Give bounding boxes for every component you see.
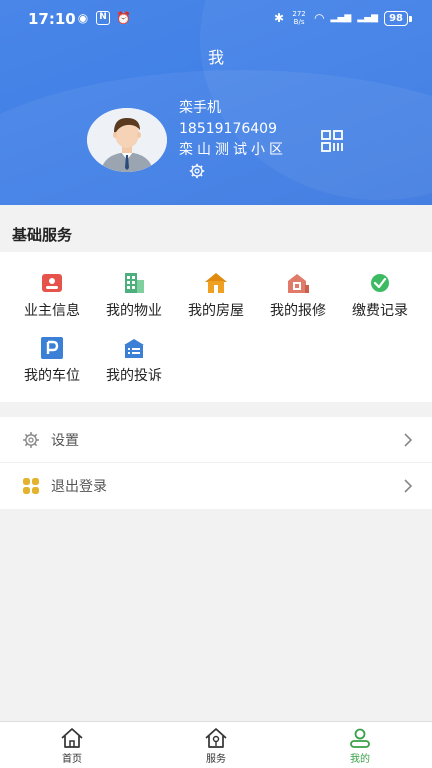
service-label: 我的车位 bbox=[24, 368, 80, 384]
settings-menu: 设置 退出登录 bbox=[0, 417, 432, 509]
bluetooth-icon: ✱ bbox=[274, 11, 285, 25]
user-name: 栾手机 bbox=[179, 100, 221, 116]
service-label: 我的报修 bbox=[270, 303, 326, 319]
service-label: 我的投诉 bbox=[106, 368, 162, 384]
parking-icon bbox=[41, 337, 63, 359]
avatar-person-icon bbox=[87, 108, 167, 172]
tab-label: 我的 bbox=[350, 754, 370, 765]
bottom-tab-bar: 首页 服务 我的 bbox=[0, 721, 432, 768]
service-label: 业主信息 bbox=[24, 303, 80, 319]
alarm-icon: ⏰ bbox=[116, 11, 131, 25]
tab-service[interactable]: 服务 bbox=[144, 722, 288, 768]
service-my-property[interactable]: 我的物业 bbox=[93, 272, 175, 320]
service-label: 缴费记录 bbox=[352, 303, 408, 319]
page-title: 我 bbox=[207, 48, 224, 67]
tab-label: 首页 bbox=[62, 754, 82, 765]
chevron-right-icon bbox=[404, 433, 413, 447]
profile-header: 17:10 ◉ N ⏰ ✱ 272 B/s ◠ ▂▄▆ ▂▄▆ 98 我 栾手机… bbox=[0, 0, 432, 205]
user-community: 栾山测试小区 bbox=[179, 142, 287, 158]
menu-item-logout[interactable]: 退出登录 bbox=[0, 463, 432, 509]
signal-5g-icon: ▂▄▆ bbox=[330, 13, 352, 23]
repair-icon bbox=[288, 274, 309, 293]
qr-code-icon[interactable] bbox=[320, 129, 344, 153]
section-title-basic-services: 基础服务 bbox=[12, 226, 73, 244]
gear-icon bbox=[23, 432, 39, 448]
tab-mine[interactable]: 我的 bbox=[288, 722, 432, 768]
eye-icon: ◉ bbox=[77, 11, 89, 25]
profile-settings-icon[interactable] bbox=[189, 163, 205, 179]
basic-services-grid: 业主信息 我的物业 我的房屋 我的报修 缴费记录 我的车位 我的投诉 bbox=[0, 252, 432, 402]
menu-label: 设置 bbox=[51, 433, 79, 449]
battery-indicator: 98 bbox=[384, 10, 412, 26]
status-time: 17:10 bbox=[28, 10, 76, 28]
status-bar: 17:10 ◉ N ⏰ ✱ 272 B/s ◠ ▂▄▆ ▂▄▆ 98 bbox=[0, 0, 432, 38]
nfc-icon: N bbox=[96, 11, 110, 25]
menu-item-settings[interactable]: 设置 bbox=[0, 417, 432, 463]
user-phone: 18519176409 bbox=[179, 121, 277, 137]
service-my-parking[interactable]: 我的车位 bbox=[11, 337, 93, 385]
profile-info: 栾手机 18519176409 栾山测试小区 bbox=[179, 98, 287, 161]
network-speed: 272 B/s bbox=[292, 10, 306, 26]
wifi-icon: ◠ bbox=[314, 11, 325, 25]
status-right-icons: ✱ 272 B/s ◠ ▂▄▆ ▂▄▆ 98 bbox=[274, 10, 412, 26]
service-owner-info[interactable]: 业主信息 bbox=[11, 272, 93, 320]
user-icon bbox=[350, 728, 370, 748]
service-icon bbox=[205, 728, 227, 748]
service-my-complaint[interactable]: 我的投诉 bbox=[93, 337, 175, 385]
menu-label: 退出登录 bbox=[51, 479, 107, 495]
chevron-right-icon bbox=[404, 479, 413, 493]
home-icon bbox=[61, 728, 83, 748]
service-label: 我的物业 bbox=[106, 303, 162, 319]
complaint-icon bbox=[124, 339, 144, 358]
logout-icon bbox=[23, 478, 39, 494]
signal-4g-icon: ▂▄▆ bbox=[357, 13, 379, 23]
building-icon bbox=[125, 273, 144, 293]
owner-card-icon bbox=[42, 274, 62, 292]
service-label: 我的房屋 bbox=[188, 303, 244, 319]
avatar[interactable] bbox=[87, 108, 167, 172]
status-left-icons: ◉ N ⏰ bbox=[76, 11, 131, 25]
house-icon bbox=[205, 273, 227, 293]
service-payment-records[interactable]: 缴费记录 bbox=[339, 272, 421, 320]
service-my-repair[interactable]: 我的报修 bbox=[257, 272, 339, 320]
tab-label: 服务 bbox=[206, 754, 226, 765]
payment-check-icon bbox=[371, 274, 389, 292]
service-my-house[interactable]: 我的房屋 bbox=[175, 272, 257, 320]
tab-home[interactable]: 首页 bbox=[0, 722, 144, 768]
